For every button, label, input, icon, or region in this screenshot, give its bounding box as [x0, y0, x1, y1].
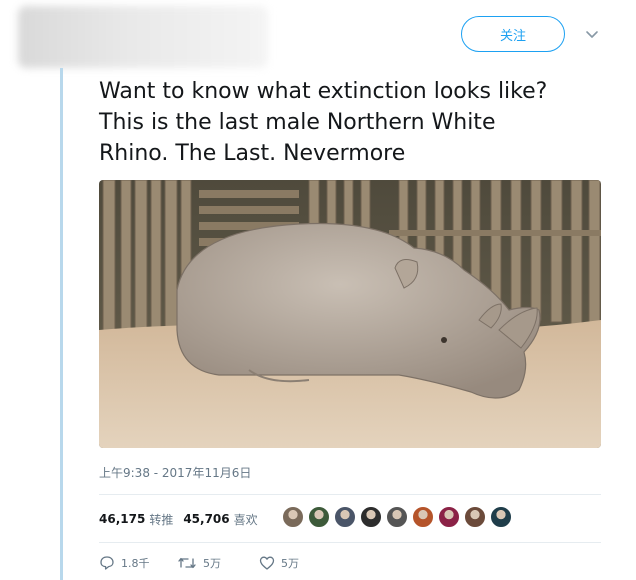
divider [99, 542, 601, 543]
liker-avatar[interactable] [490, 506, 512, 528]
liker-avatar[interactable] [386, 506, 408, 528]
liker-avatars [282, 506, 512, 528]
follow-button[interactable]: 关注 [461, 16, 565, 52]
heart-icon [259, 556, 275, 570]
tweet-actions: 1.8千 5万 5万 [99, 555, 299, 571]
divider [99, 494, 601, 495]
thread-line [60, 68, 63, 580]
liker-avatar[interactable] [334, 506, 356, 528]
reply-icon [100, 556, 114, 570]
retweet-icon [178, 557, 196, 569]
retweets-count[interactable]: 46,175 [99, 512, 145, 526]
likes-count[interactable]: 45,706 [183, 512, 229, 526]
tweet-photo-rhino[interactable] [99, 180, 601, 448]
like-action[interactable]: 5万 [259, 555, 299, 571]
liker-avatar[interactable] [282, 506, 304, 528]
engagement-stats: 46,175 转推 45,706 喜欢 [99, 509, 268, 529]
likes-label[interactable]: 喜欢 [234, 511, 258, 528]
tweet-text-line: Want to know what extinction looks like? [99, 79, 548, 104]
reply-count: 1.8千 [121, 557, 150, 570]
chevron-down-icon[interactable] [584, 26, 600, 42]
liker-avatar[interactable] [464, 506, 486, 528]
tweet-text-line: Rhino. The Last. Nevermore [99, 141, 406, 166]
liker-avatar[interactable] [412, 506, 434, 528]
retweets-label[interactable]: 转推 [149, 511, 173, 528]
retweet-action[interactable]: 5万 [177, 555, 259, 571]
liker-avatar[interactable] [308, 506, 330, 528]
retweet-count: 5万 [203, 557, 221, 570]
like-count: 5万 [281, 557, 299, 570]
tweet-text: Want to know what extinction looks like?… [99, 76, 619, 169]
tweet-timestamp[interactable]: 上午9:38 - 2017年11月6日 [99, 464, 251, 481]
reply-action[interactable]: 1.8千 [99, 555, 177, 571]
blurred-author-header [18, 6, 268, 68]
tweet-text-line: This is the last male Northern White [99, 110, 496, 135]
liker-avatar[interactable] [438, 506, 460, 528]
liker-avatar[interactable] [360, 506, 382, 528]
